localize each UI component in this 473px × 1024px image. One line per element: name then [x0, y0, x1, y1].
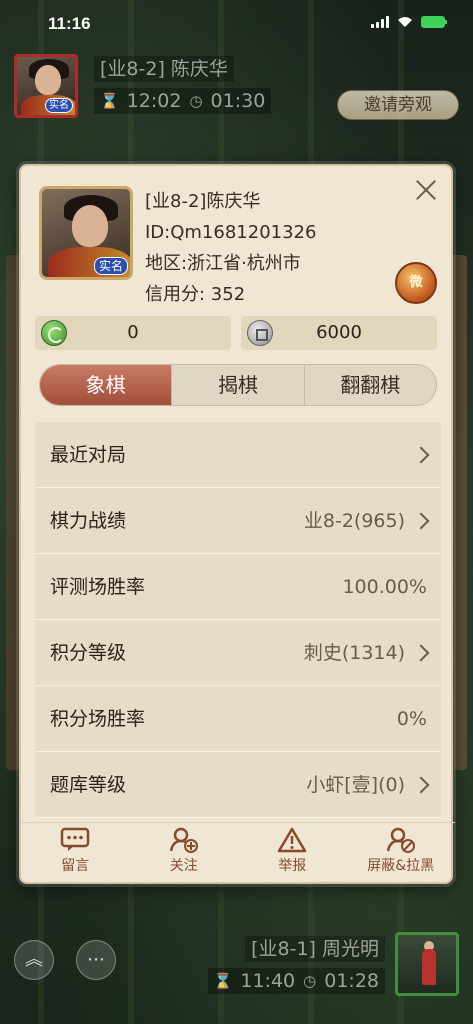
profile-region: 地区:浙江省·杭州市	[145, 253, 301, 274]
message-icon	[61, 827, 90, 851]
rank-badge-icon[interactable]: 微	[395, 262, 437, 304]
status-bar: 11:16	[0, 0, 473, 44]
row-value: 刺史(1314)	[303, 642, 405, 664]
stats-list: 最近对局 棋力战绩 业8-2(965) 评测场胜率 100.00% 积分等级 刺…	[35, 422, 441, 818]
realname-tag: 实名	[45, 98, 73, 113]
row-eval-winrate: 评测场胜率 100.00%	[35, 554, 441, 620]
status-icons	[371, 16, 447, 28]
profile-name: [业8-2]陈庆华	[145, 191, 261, 212]
row-value: 业8-2(965)	[303, 510, 405, 532]
follow-button[interactable]: 关注	[130, 823, 239, 878]
bottom-player-timers: ⌛ 11:40 ◷ 01:28	[207, 968, 385, 994]
row-skill-record[interactable]: 棋力战绩 业8-2(965)	[35, 488, 441, 554]
close-icon[interactable]	[415, 178, 437, 200]
action-label: 屏蔽&拉黑	[367, 858, 435, 874]
chevron-right-icon	[412, 512, 430, 530]
status-time: 11:16	[48, 14, 91, 33]
report-button[interactable]: 举报	[238, 823, 347, 878]
chat-icon: ⋯	[87, 949, 105, 970]
chevron-right-icon	[412, 776, 430, 794]
row-label: 最近对局	[50, 444, 127, 466]
chevron-right-icon	[412, 644, 430, 662]
row-value: 小虾[壹](0)	[306, 774, 405, 796]
action-label: 关注	[169, 858, 198, 874]
action-label: 留言	[61, 858, 90, 874]
top-player-total-time: 12:02	[126, 90, 182, 112]
clock-icon: ◷	[303, 972, 317, 990]
realname-tag: 实名	[93, 257, 128, 275]
top-player-step-time: 01:30	[210, 90, 266, 112]
profile-credit: 信用分: 352	[145, 284, 246, 305]
chevron-right-icon	[412, 446, 430, 464]
row-label: 题库等级	[50, 774, 127, 796]
tab-xiangqi[interactable]: 象棋	[40, 365, 173, 405]
action-label: 举报	[278, 858, 307, 874]
hourglass-icon: ⌛	[213, 972, 233, 990]
top-player-name: [业8-2] 陈庆华	[94, 56, 234, 82]
block-icon	[386, 827, 415, 853]
report-icon	[278, 827, 307, 853]
bottom-player: ︽ ⋯ [业8-1] 周光明 ⌛ 11:40 ◷ 01:28	[0, 930, 473, 1000]
profile-info: [业8-2]陈庆华 ID:Qm1681201326 地区:浙江省·杭州市 信用分…	[145, 186, 316, 310]
tab-fanfanqi[interactable]: 翻翻棋	[305, 365, 436, 405]
hourglass-icon: ⌛	[100, 92, 119, 110]
row-puzzle-level[interactable]: 题库等级 小虾[壹](0)	[35, 752, 441, 818]
bottom-player-total-time: 11:40	[240, 970, 296, 992]
silver-coin-balance: 6000	[241, 316, 437, 350]
profile-avatar: 实名	[39, 186, 133, 280]
chevron-up-icon: ︽	[25, 949, 43, 970]
invite-spectate-button[interactable]: 邀请旁观	[337, 90, 459, 120]
top-player-avatar[interactable]: 实名	[14, 54, 78, 118]
block-button[interactable]: 屏蔽&拉黑	[347, 823, 456, 878]
green-coin-icon	[41, 320, 67, 346]
clock-icon: ◷	[189, 92, 203, 110]
row-recent-games[interactable]: 最近对局	[35, 422, 441, 488]
profile-modal: 实名 [业8-2]陈庆华 ID:Qm1681201326 地区:浙江省·杭州市 …	[19, 164, 455, 884]
battery-icon	[421, 16, 447, 28]
wifi-icon	[398, 17, 412, 27]
chat-button[interactable]: ⋯	[76, 940, 116, 980]
profile-id: ID:Qm1681201326	[145, 222, 317, 243]
row-label: 积分等级	[50, 642, 127, 664]
signal-icon	[371, 16, 389, 28]
green-coin-value: 0	[127, 322, 139, 343]
expand-up-button[interactable]: ︽	[14, 940, 54, 980]
follow-icon	[169, 827, 198, 853]
row-value: 100.00%	[342, 576, 427, 598]
tab-jieqi[interactable]: 揭棋	[172, 365, 305, 405]
top-player-timers: ⌛ 12:02 ◷ 01:30	[94, 88, 272, 114]
profile-actions: 留言 关注 举报 屏蔽&拉黑	[21, 822, 455, 878]
row-points-winrate: 积分场胜率 0%	[35, 686, 441, 752]
bottom-player-avatar[interactable]	[395, 932, 459, 996]
row-label: 评测场胜率	[50, 576, 146, 598]
row-points-level[interactable]: 积分等级 刺史(1314)	[35, 620, 441, 686]
silver-coin-value: 6000	[316, 322, 362, 343]
message-button[interactable]: 留言	[21, 823, 130, 878]
row-label: 积分场胜率	[50, 708, 146, 730]
top-player: 实名 [业8-2] 陈庆华 ⌛ 12:02 ◷ 01:30 邀请旁观	[14, 54, 459, 120]
row-label: 棋力战绩	[50, 510, 127, 532]
bottom-player-step-time: 01:28	[324, 970, 379, 992]
silver-coin-icon	[247, 320, 273, 346]
row-value: 0%	[396, 708, 427, 730]
game-type-tabs: 象棋 揭棋 翻翻棋	[39, 364, 437, 406]
green-coin-balance: 0	[35, 316, 231, 350]
bottom-player-name: [业8-1] 周光明	[245, 936, 385, 962]
currency-row: 0 6000	[35, 316, 437, 350]
